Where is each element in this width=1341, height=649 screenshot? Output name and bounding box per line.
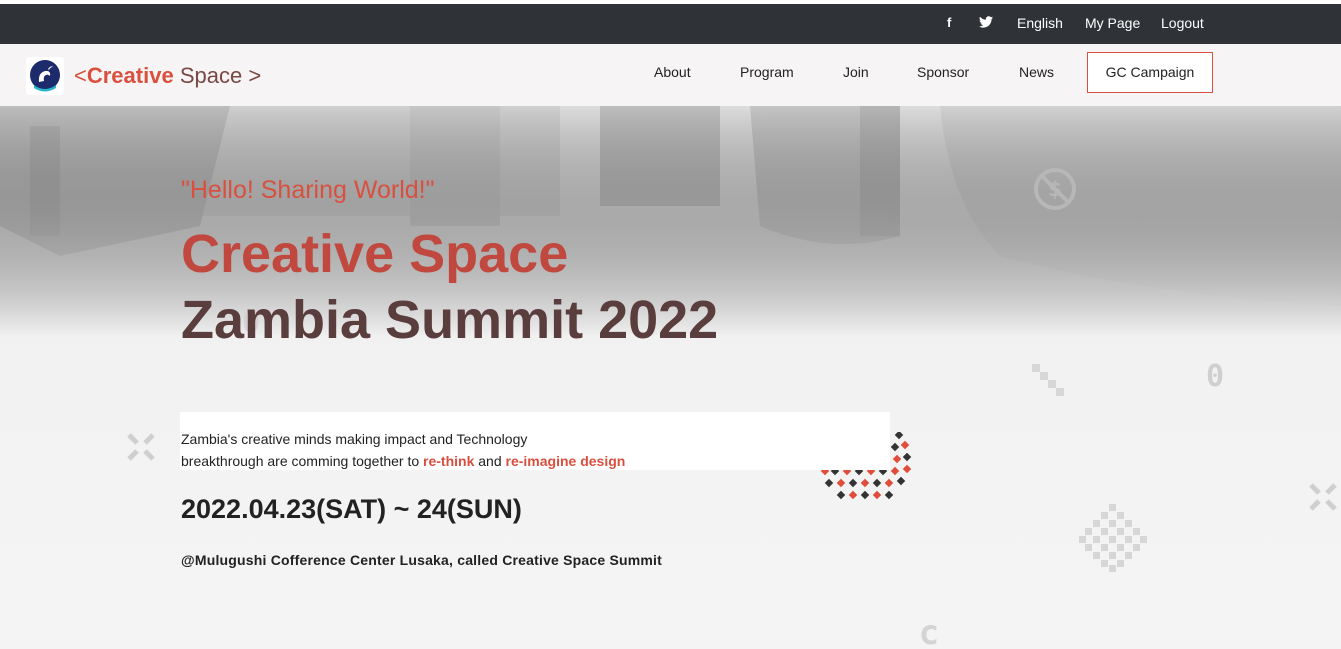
event-date: 2022.04.23(SAT) ~ 24(SUN) xyxy=(181,494,522,524)
nav-about[interactable]: About xyxy=(654,64,691,80)
main-nav: <Creative Space > About Program Join Spo… xyxy=(0,44,1341,106)
nav-join[interactable]: Join xyxy=(843,64,869,80)
zero-decor-icon: 0 xyxy=(1206,359,1224,392)
dollar-decor-icon: $ xyxy=(1034,168,1076,210)
logout-link[interactable]: Logout xyxy=(1161,15,1204,31)
twitter-icon[interactable] xyxy=(979,16,993,31)
nav-news[interactable]: News xyxy=(1019,64,1054,80)
brand-light: Space xyxy=(173,63,243,88)
desc-highlight-rethink: re-think xyxy=(423,453,475,469)
my-page-link[interactable]: My Page xyxy=(1085,15,1140,31)
diamond-decor-icon xyxy=(1079,504,1147,572)
brand-bold: Creative xyxy=(86,63,174,88)
hero-section: $ 0 0 xyxy=(0,106,1341,649)
desc-mid: and xyxy=(474,453,506,469)
x-decor-left-icon xyxy=(127,433,155,461)
hero-greeting: "Hello! Sharing World!" xyxy=(181,176,435,204)
nav-sponsor[interactable]: Sponsor xyxy=(917,64,969,80)
svg-text:c: c xyxy=(919,613,939,649)
hero-title-line2: Zambia Summit 2022 xyxy=(181,290,719,350)
desc-line2-start: breakthrough are comming together to xyxy=(181,453,424,469)
brand-logo-text[interactable]: <Creative Space > xyxy=(74,63,261,89)
x-decor-right-icon xyxy=(1309,483,1337,511)
pixel-decor-icon xyxy=(1032,364,1064,396)
language-link[interactable]: English xyxy=(1017,15,1063,31)
c-decor-icon: c xyxy=(919,613,939,649)
svg-text:0: 0 xyxy=(1206,359,1224,392)
event-venue: @Mulugushi Cofference Center Lusaka, cal… xyxy=(181,552,663,568)
desc-line1: Zambia's creative minds making impact an… xyxy=(181,431,528,447)
gc-campaign-button[interactable]: GC Campaign xyxy=(1087,52,1213,93)
facebook-icon[interactable]: f xyxy=(947,15,951,30)
top-bar: f English My Page Logout xyxy=(0,4,1341,44)
brand-close: > xyxy=(242,63,262,88)
desc-highlight-reimagine: re-imagine design xyxy=(505,453,626,469)
swan-logo-icon[interactable] xyxy=(26,57,64,95)
brand-open: < xyxy=(74,63,87,88)
hero-title-line1: Creative Space xyxy=(181,224,569,284)
nav-program[interactable]: Program xyxy=(740,64,794,80)
hero-description: Zambia's creative minds making impact an… xyxy=(180,412,890,470)
